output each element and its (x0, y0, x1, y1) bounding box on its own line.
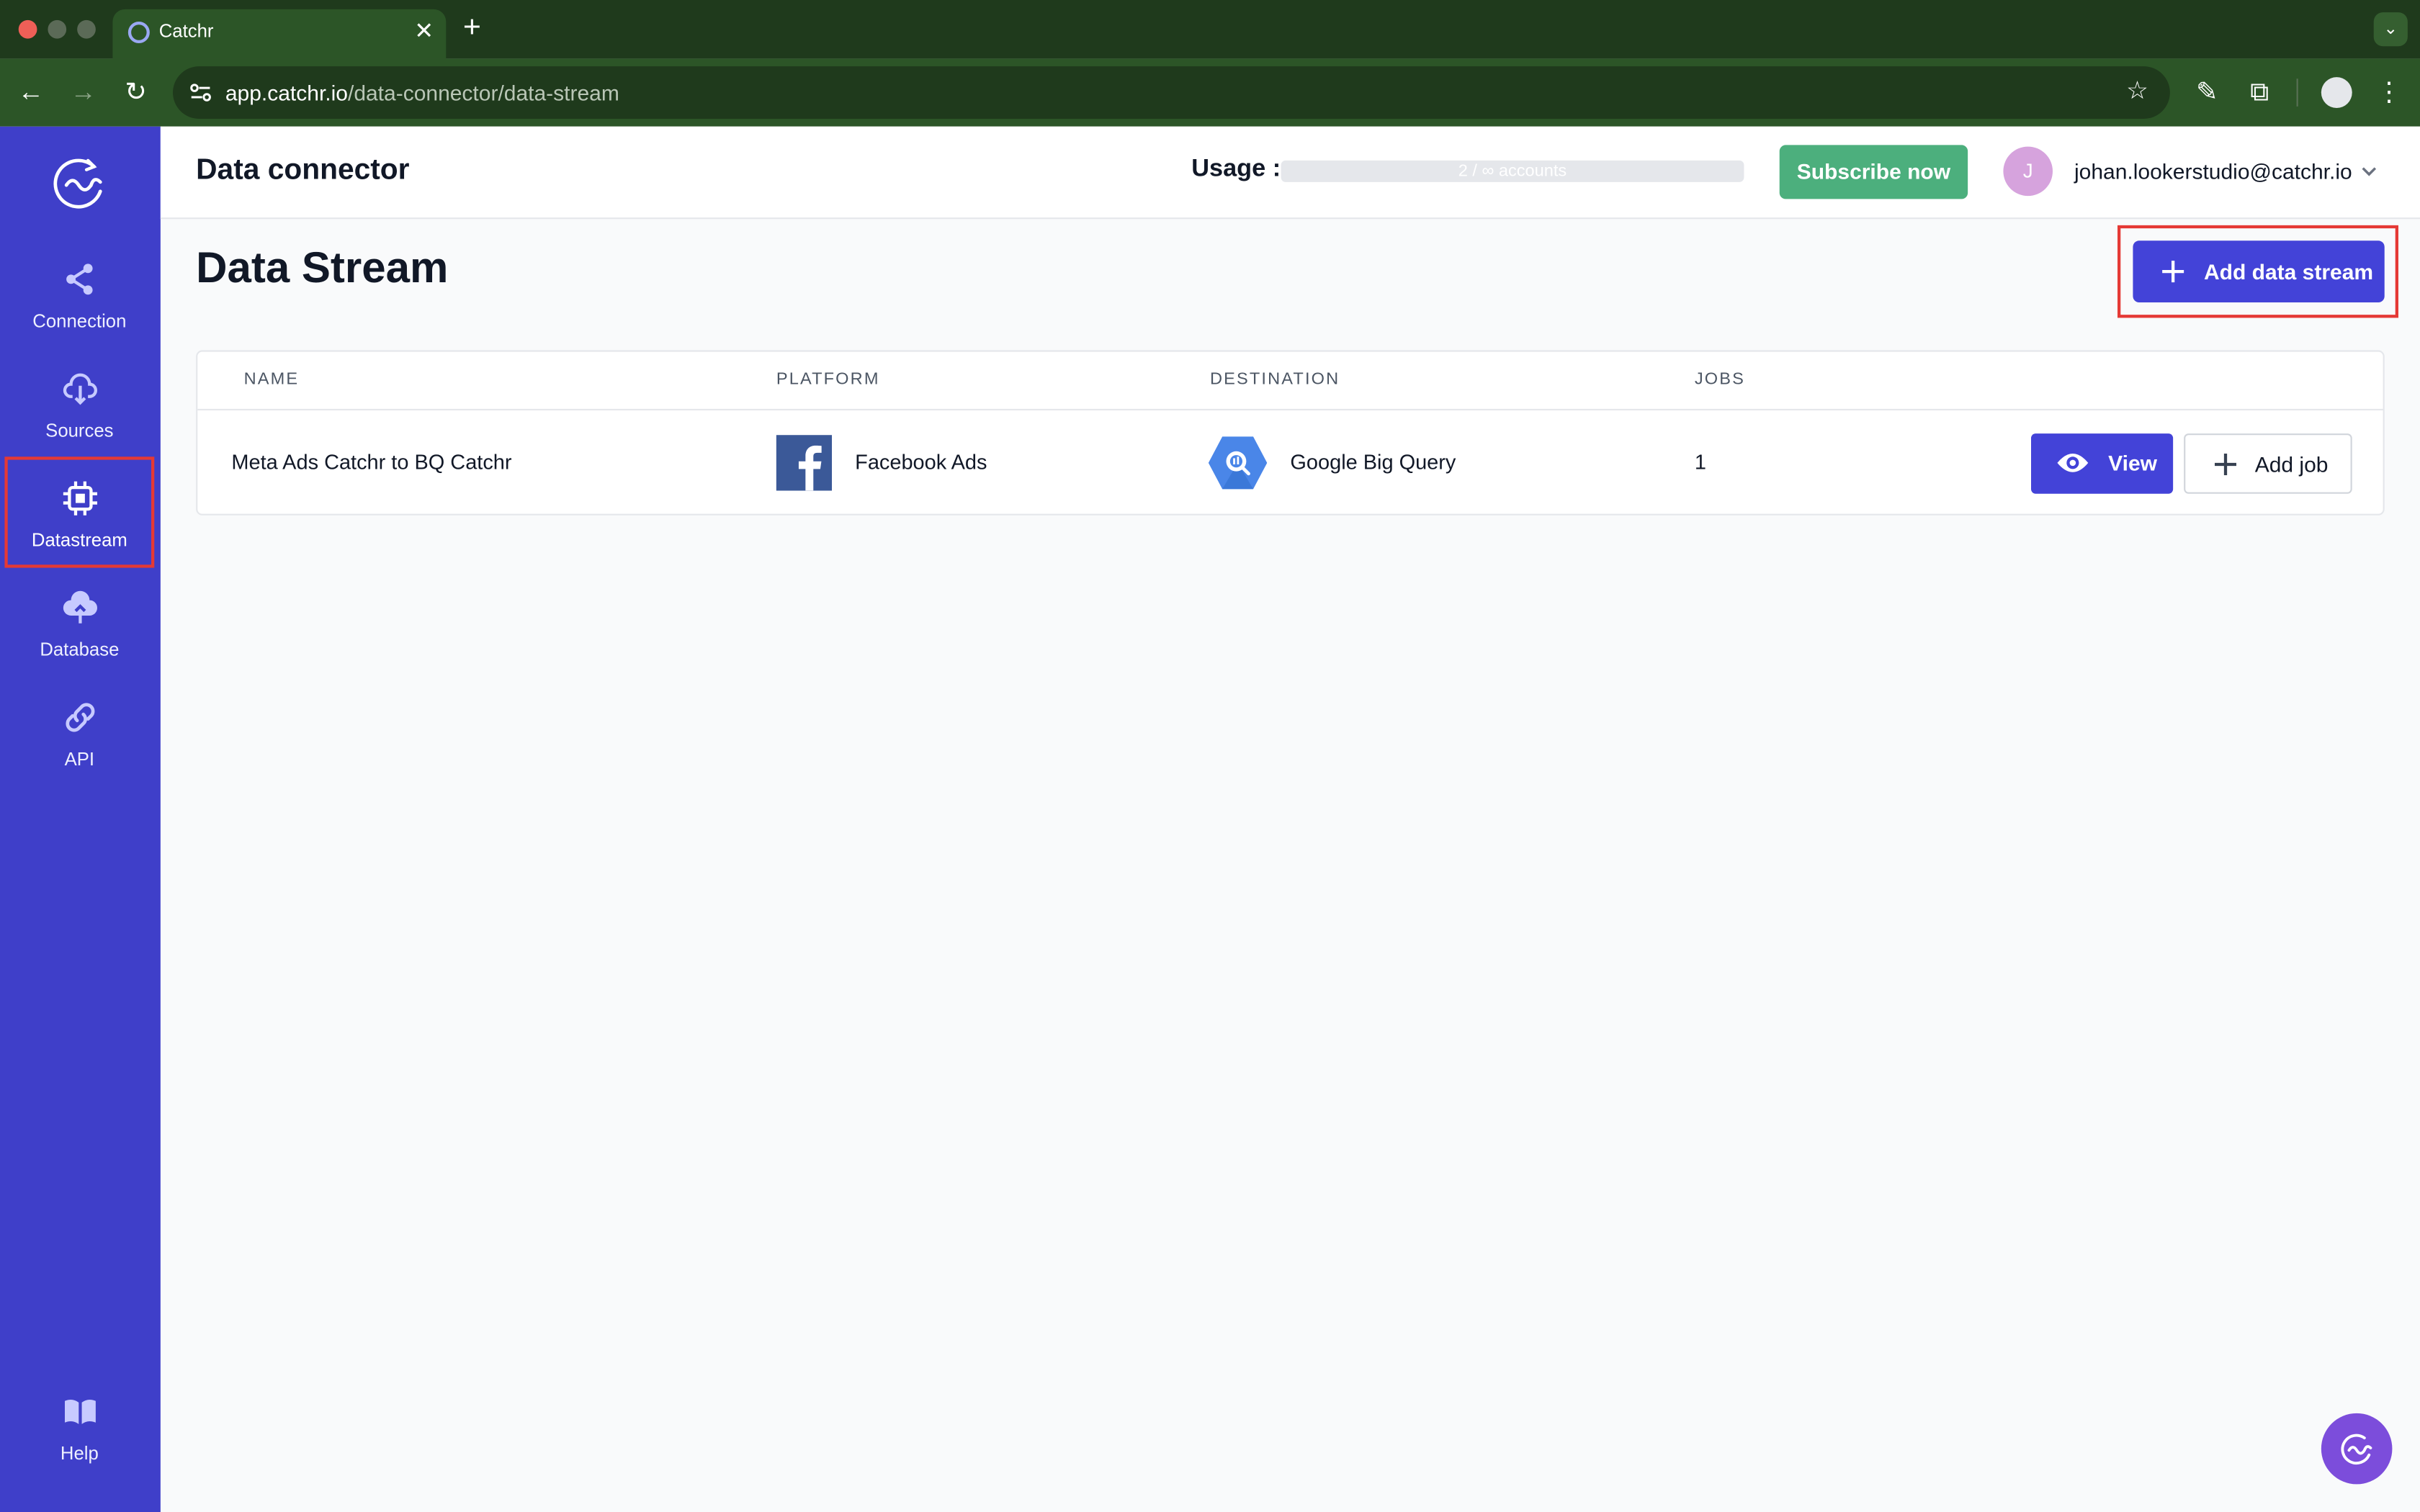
site-settings-icon[interactable] (188, 80, 212, 104)
avatar[interactable]: J (2003, 146, 2053, 197)
sidebar-item-api[interactable]: API (6, 678, 153, 786)
share-icon (66, 264, 93, 295)
plus-icon (2214, 453, 2236, 475)
sidebar-item-label: Help (60, 1442, 99, 1464)
column-header-jobs: JOBS (1694, 370, 1746, 389)
facebook-icon (776, 435, 832, 491)
chat-launcher-button[interactable] (2321, 1413, 2393, 1485)
toolbar-divider (2296, 78, 2298, 107)
app-header: Data connector Usage : 2 / ∞ accounts Su… (160, 126, 2420, 220)
add-data-stream-button[interactable]: Add data stream (2133, 240, 2385, 302)
cloud-download-icon (63, 373, 97, 405)
usage-label: Usage : (1191, 156, 1281, 182)
catchr-favicon-icon (127, 22, 150, 43)
more-icon[interactable]: ⋮ (2370, 74, 2407, 111)
user-email[interactable]: johan.lookerstudio@catchr.io (2074, 159, 2352, 184)
subscribe-button[interactable]: Subscribe now (1779, 145, 1968, 199)
url-host: app.catchr.io (225, 80, 348, 105)
data-stream-table: NAME PLATFORM DESTINATION JOBS Meta Ads … (196, 350, 2385, 516)
extension-icon[interactable]: ⧉ (2241, 74, 2277, 111)
app-title: Data connector (196, 154, 410, 187)
column-header-destination: DESTINATION (1210, 370, 1340, 389)
view-button[interactable]: View (2031, 433, 2174, 494)
close-window-button[interactable] (18, 19, 37, 39)
sidebar-item-help[interactable]: Help (6, 1372, 153, 1480)
address-bar[interactable]: app.catchr.io/data-connector/data-stream… (173, 66, 2170, 119)
add-job-label: Add job (2254, 451, 2329, 477)
page-title: Data Stream (196, 243, 449, 292)
cloud-upload-icon (63, 590, 97, 624)
row-destination: Google Big Query (1290, 450, 1456, 474)
plus-icon (2162, 261, 2184, 283)
back-icon[interactable]: ← (12, 74, 49, 111)
catchr-chat-icon (2341, 1434, 2372, 1465)
profile-icon[interactable] (2321, 77, 2352, 108)
browser-tab[interactable]: Catchr ✕ (112, 9, 447, 59)
forward-icon[interactable]: → (65, 74, 102, 111)
sidebar-item-label: Connection (32, 310, 127, 332)
chip-icon (63, 481, 97, 516)
table-header-divider (197, 408, 2383, 410)
pen-icon[interactable]: ✎ (2189, 74, 2226, 111)
column-header-platform: PLATFORM (776, 370, 880, 389)
sidebar-item-label: Database (40, 639, 120, 661)
add-data-stream-label: Add data stream (2204, 259, 2374, 284)
minimize-window-button[interactable] (48, 19, 67, 39)
star-icon[interactable]: ☆ (2126, 76, 2148, 107)
reload-icon[interactable]: ↻ (117, 74, 154, 111)
sidebar-item-label: Sources (45, 419, 114, 441)
sidebar-item-database[interactable]: Database (6, 568, 153, 676)
maximize-window-button[interactable] (77, 19, 96, 39)
browser-toolbar: ← → ↻ app.catchr.io/data-connector/data-… (0, 58, 2420, 127)
usage-progress-bar: 2 / ∞ accounts (1281, 160, 1744, 182)
book-icon (65, 1400, 96, 1424)
row-jobs: 1 (1694, 450, 1706, 474)
eye-icon (2057, 454, 2089, 472)
tab-close-icon[interactable]: ✕ (414, 17, 434, 48)
row-platform: Facebook Ads (855, 450, 987, 474)
sidebar-item-datastream[interactable]: Datastream (4, 456, 155, 568)
link-icon (66, 703, 95, 732)
usage-text: 2 / ∞ accounts (1458, 162, 1567, 181)
add-job-button[interactable]: Add job (2184, 433, 2352, 494)
view-label: View (2108, 450, 2157, 475)
new-tab-button[interactable]: + (463, 9, 481, 46)
sidebar-item-label: API (64, 748, 95, 770)
row-name: Meta Ads Catchr to BQ Catchr (231, 450, 512, 474)
sidebar-item-label: Datastream (31, 529, 127, 551)
browser-tab-bar: Catchr ✕ + ⌄ (0, 0, 2420, 59)
catchr-logo-icon[interactable] (48, 154, 112, 210)
sidebar: Connection Sources Datastream Database A… (0, 126, 161, 1512)
url-text: app.catchr.io/data-connector/data-stream (225, 80, 619, 104)
sidebar-item-connection[interactable]: Connection (6, 239, 153, 347)
sidebar-item-sources[interactable]: Sources (6, 348, 153, 456)
url-path: /data-connector/data-stream (347, 80, 619, 105)
column-header-name: NAME (243, 370, 300, 389)
tab-title: Catchr (158, 19, 214, 42)
chevron-down-icon[interactable] (2358, 161, 2380, 182)
tab-search-button[interactable]: ⌄ (2373, 12, 2408, 47)
bigquery-icon (1208, 436, 1268, 490)
